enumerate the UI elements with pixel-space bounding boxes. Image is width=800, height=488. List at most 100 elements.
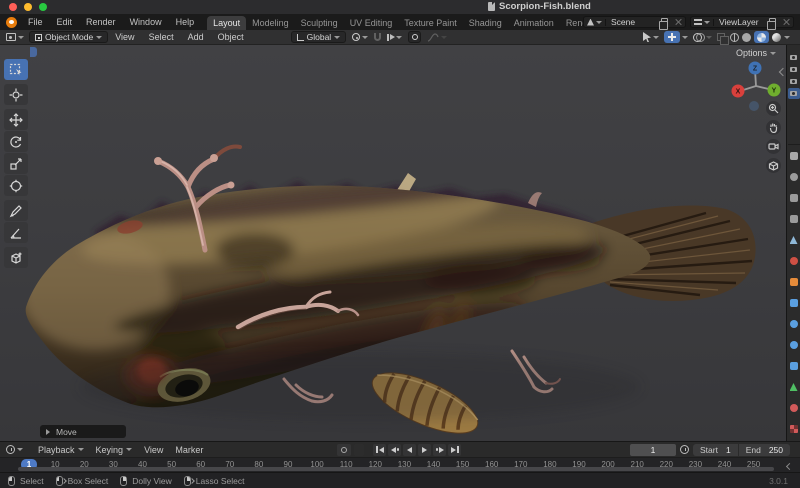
- visibility-dropdown[interactable]: [643, 32, 659, 42]
- viewport-menu-item[interactable]: View: [108, 32, 141, 42]
- view-layer-name[interactable]: ViewLayer: [714, 17, 766, 27]
- xray-toggle-icon[interactable]: [717, 33, 725, 41]
- close-window-button[interactable]: [9, 3, 17, 11]
- properties-tab[interactable]: [789, 424, 799, 434]
- editor-type-selector[interactable]: [6, 33, 24, 41]
- timeline-scrollbar[interactable]: [18, 467, 774, 471]
- start-frame-field[interactable]: Start1: [693, 444, 738, 456]
- viewport-menu-item[interactable]: Object: [211, 32, 251, 42]
- zoom-button[interactable]: [766, 101, 781, 116]
- properties-tab[interactable]: [789, 256, 799, 266]
- view-layer-selector[interactable]: ViewLayer: [690, 16, 794, 28]
- shading-solid-icon[interactable]: [742, 33, 751, 42]
- end-frame-field[interactable]: End250: [739, 444, 790, 456]
- gizmo-minus-z-axis[interactable]: [749, 101, 759, 111]
- outliner-row[interactable]: [788, 88, 800, 99]
- remove-view-layer-icon[interactable]: [782, 18, 790, 26]
- outliner-row[interactable]: [788, 52, 800, 63]
- new-view-layer-icon[interactable]: [769, 18, 776, 26]
- timeline-menu-item[interactable]: Playback: [32, 445, 90, 455]
- timeline-menu-item[interactable]: Marker: [169, 445, 209, 455]
- properties-tab[interactable]: [789, 277, 799, 287]
- unlink-scene-icon[interactable]: [674, 18, 682, 26]
- properties-tab[interactable]: [789, 235, 799, 245]
- snap-toggle-icon[interactable]: [374, 33, 381, 41]
- tool-cursor[interactable]: [4, 84, 28, 105]
- scene-browse[interactable]: [584, 19, 606, 26]
- operator-panel[interactable]: Move: [40, 425, 126, 438]
- jump-end-button[interactable]: [448, 444, 461, 456]
- tool-scale[interactable]: [4, 153, 28, 174]
- next-keyframe-button[interactable]: [433, 444, 446, 456]
- timeline-menu-item[interactable]: View: [138, 445, 169, 455]
- properties-tab[interactable]: [789, 382, 799, 392]
- snap-target-dropdown[interactable]: [387, 34, 402, 41]
- topbar-menu-item[interactable]: Help: [169, 14, 202, 30]
- tool-rotate[interactable]: [4, 131, 28, 152]
- scene-selector[interactable]: Scene: [583, 16, 686, 28]
- timeline-menu-item[interactable]: Keying: [90, 445, 139, 455]
- shading-material-active[interactable]: [754, 31, 769, 43]
- tool-annotate[interactable]: [4, 200, 28, 221]
- mode-dropdown[interactable]: Object Mode: [29, 31, 108, 43]
- gizmos-toggle[interactable]: [664, 31, 688, 43]
- timeline-editor-selector[interactable]: [6, 445, 23, 454]
- workspace-tab[interactable]: Rendering: [560, 16, 583, 30]
- tool-box-select[interactable]: [4, 59, 28, 80]
- shading-rendered-icon[interactable]: [772, 33, 781, 42]
- properties-tab[interactable]: [789, 151, 799, 161]
- outliner-row[interactable]: [788, 64, 800, 75]
- blender-logo-icon[interactable]: [6, 17, 17, 28]
- topbar-menu-item[interactable]: Window: [123, 14, 169, 30]
- tool-measure[interactable]: [4, 222, 28, 243]
- topbar-menu-item[interactable]: Edit: [50, 14, 80, 30]
- zoom-window-button[interactable]: [39, 3, 47, 11]
- topbar-menu-item[interactable]: Render: [79, 14, 123, 30]
- viewport-menu-item[interactable]: Select: [142, 32, 181, 42]
- 3d-viewport[interactable]: Options Z X Y: [0, 45, 786, 441]
- workspace-tab[interactable]: UV Editing: [344, 16, 399, 30]
- workspace-tab[interactable]: Modeling: [246, 16, 295, 30]
- properties-tab[interactable]: [789, 340, 799, 350]
- proportional-falloff-dropdown[interactable]: [427, 33, 447, 42]
- workspace-tab[interactable]: Layout: [207, 16, 246, 30]
- viewport-menu-item[interactable]: Add: [181, 32, 211, 42]
- workspace-tab[interactable]: Texture Paint: [398, 16, 463, 30]
- properties-tab[interactable]: [789, 361, 799, 371]
- scene-name[interactable]: Scene: [606, 17, 658, 27]
- workspace-tab[interactable]: Shading: [463, 16, 508, 30]
- shading-wireframe-icon[interactable]: [730, 33, 739, 42]
- jump-start-button[interactable]: [373, 444, 386, 456]
- new-scene-icon[interactable]: [661, 18, 668, 26]
- topbar-menu-item[interactable]: File: [21, 14, 50, 30]
- workspace-tab[interactable]: Sculpting: [295, 16, 344, 30]
- properties-tab[interactable]: [789, 298, 799, 308]
- ortho-toggle-button[interactable]: [766, 158, 781, 173]
- properties-tab[interactable]: [789, 403, 799, 413]
- workspace-tab[interactable]: Animation: [508, 16, 560, 30]
- play-button[interactable]: [418, 444, 431, 456]
- properties-tab[interactable]: [789, 172, 799, 182]
- orientation-dropdown[interactable]: Global: [291, 31, 347, 43]
- pivot-dropdown[interactable]: [352, 33, 368, 41]
- current-frame-field[interactable]: 1: [630, 444, 676, 456]
- auto-keying-toggle[interactable]: [337, 444, 351, 456]
- timeline-ruler[interactable]: 1020304050607080901001101201301401501601…: [0, 457, 800, 472]
- properties-tab[interactable]: [789, 193, 799, 203]
- prev-keyframe-button[interactable]: [388, 444, 401, 456]
- toolbar-expand-handle[interactable]: [30, 47, 37, 57]
- tool-move[interactable]: [4, 109, 28, 130]
- play-reverse-button[interactable]: [403, 444, 416, 456]
- tool-add-cube[interactable]: [4, 247, 28, 268]
- ruler-collapse-chevron[interactable]: [786, 463, 793, 470]
- properties-tab[interactable]: [789, 319, 799, 329]
- view-layer-browse[interactable]: [691, 19, 714, 26]
- tool-transform[interactable]: [4, 175, 28, 196]
- keying-set-button[interactable]: [354, 444, 364, 456]
- overlays-toggle[interactable]: [693, 33, 712, 42]
- camera-view-button[interactable]: [766, 139, 781, 154]
- minimize-window-button[interactable]: [24, 3, 32, 11]
- pan-button[interactable]: [766, 120, 781, 135]
- properties-tab[interactable]: [789, 214, 799, 224]
- outliner-row[interactable]: [788, 76, 800, 87]
